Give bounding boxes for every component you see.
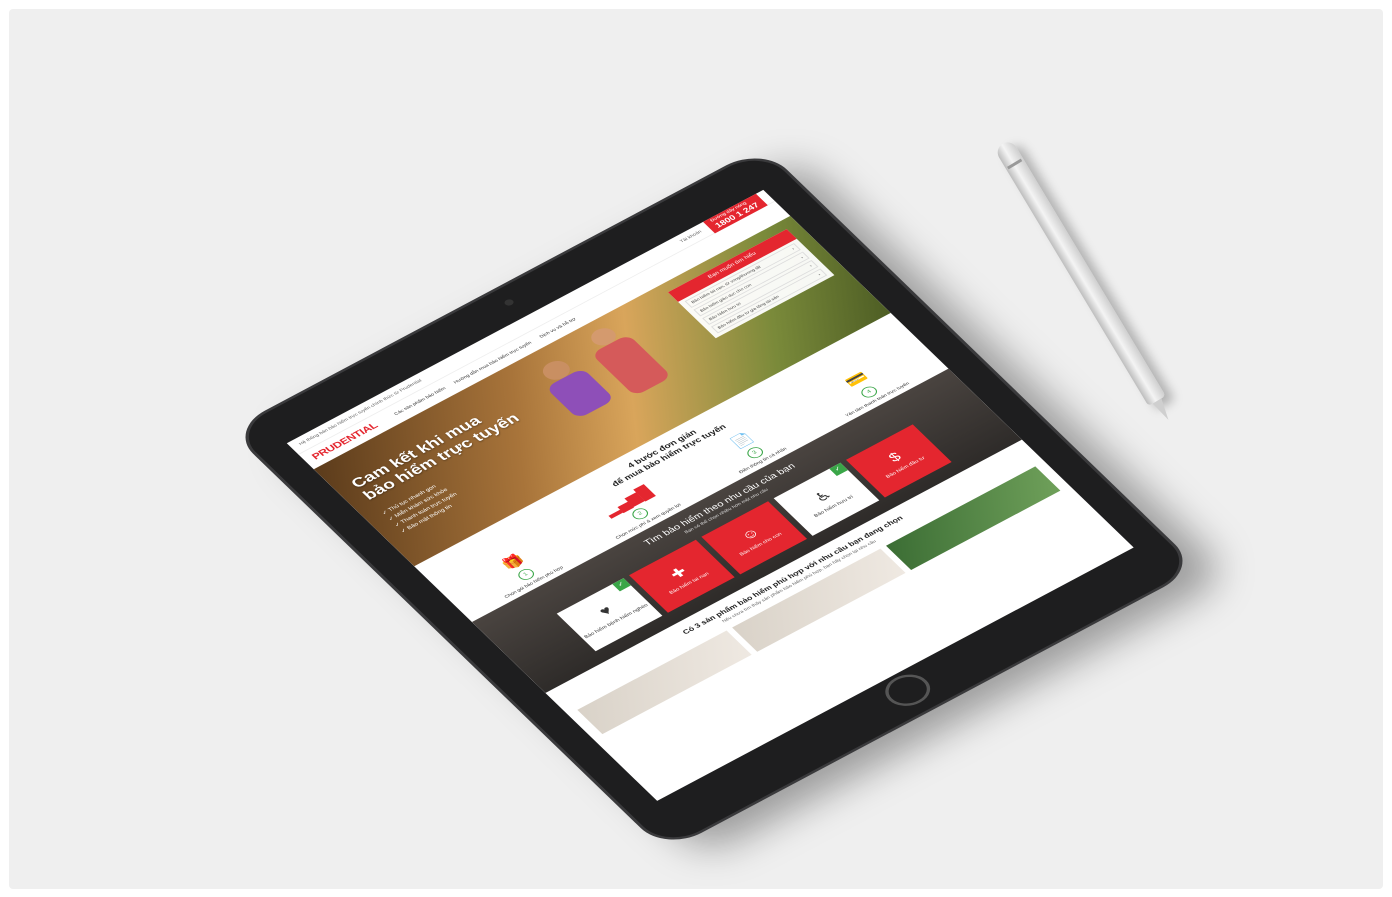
heart-hand-icon: ♥ xyxy=(596,603,616,619)
checkmark-icon: ✓ xyxy=(612,578,631,592)
camera-icon xyxy=(502,298,516,307)
elderly-person-icon: ♿ xyxy=(811,487,836,506)
coins-icon: $ xyxy=(885,450,905,465)
chevron-right-icon: › xyxy=(790,246,796,251)
tablet-screen: Hệ thống bán bảo hiểm trực tuyến chính t… xyxy=(286,189,1134,801)
chevron-right-icon: › xyxy=(799,255,805,260)
tablet-device: Hệ thống bán bảo hiểm trực tuyến chính t… xyxy=(233,149,1195,849)
chevron-right-icon: › xyxy=(817,272,822,277)
stylus-pencil xyxy=(994,138,1166,407)
background: Hệ thống bán bảo hiểm trực tuyến chính t… xyxy=(9,9,1383,889)
chevron-right-icon: › xyxy=(808,263,813,268)
checkmark-icon: ✓ xyxy=(829,462,848,477)
person-injury-icon: ✚ xyxy=(667,565,691,582)
